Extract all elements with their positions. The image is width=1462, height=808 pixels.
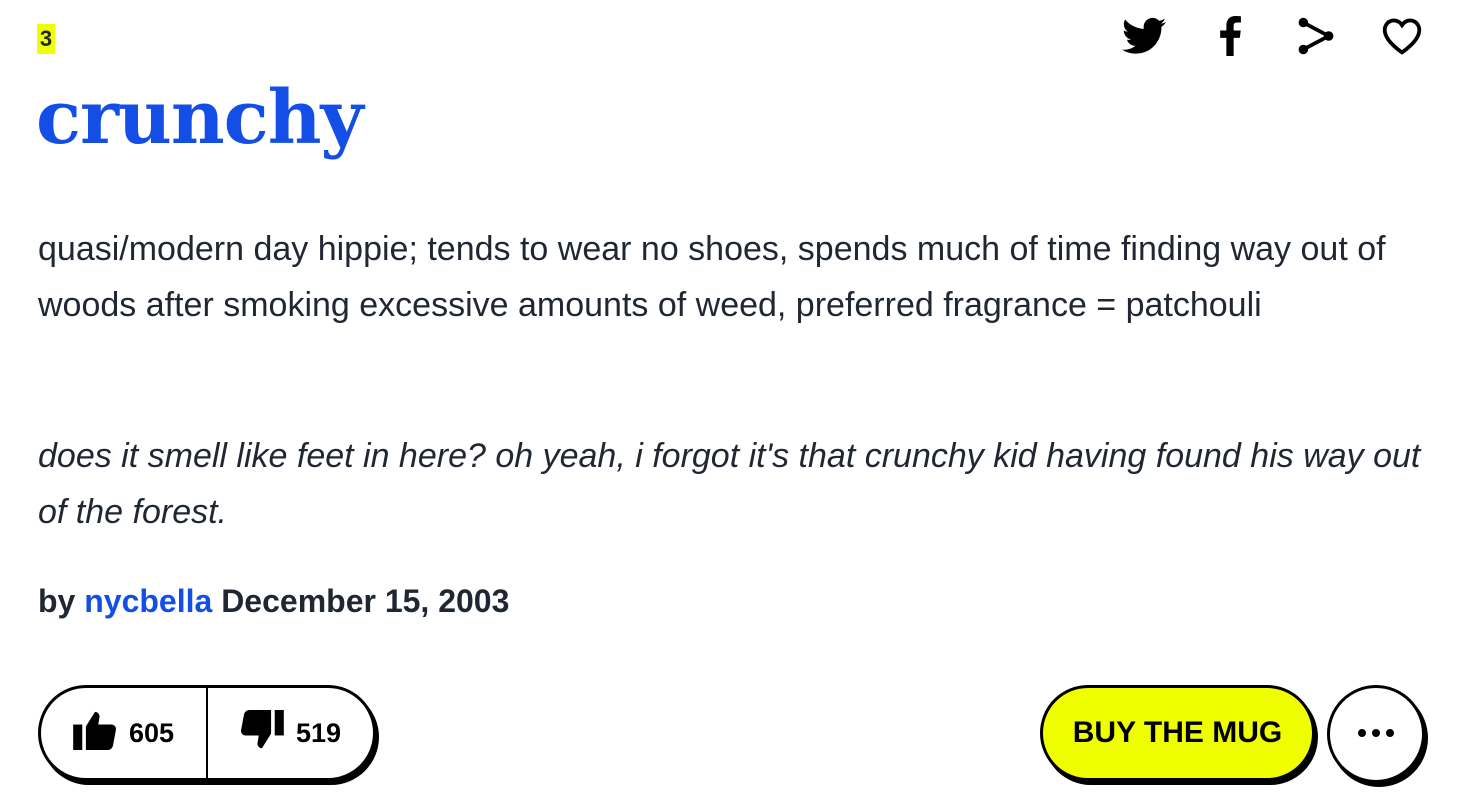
thumbs-up-icon bbox=[73, 710, 117, 757]
entry-date: December 15, 2003 bbox=[221, 583, 510, 619]
definition-card: 3 crunchy quasi/modern day hippie; tends… bbox=[0, 0, 1462, 808]
share-bar bbox=[1114, 12, 1432, 60]
vote-pill: 605 519 bbox=[38, 685, 376, 781]
heart-icon[interactable] bbox=[1372, 12, 1432, 60]
by-label: by bbox=[38, 583, 76, 619]
rank-badge: 3 bbox=[37, 24, 55, 54]
thumbs-down-button[interactable]: 519 bbox=[208, 688, 373, 778]
word-title[interactable]: crunchy bbox=[36, 77, 364, 159]
upvote-count: 605 bbox=[128, 717, 175, 748]
buy-mug-button[interactable]: BUY THE MUG bbox=[1040, 685, 1315, 781]
definition-meaning: quasi/modern day hippie; tends to wear n… bbox=[38, 230, 1386, 324]
more-options-button[interactable] bbox=[1327, 685, 1425, 783]
share-icon[interactable] bbox=[1286, 12, 1346, 60]
twitter-icon[interactable] bbox=[1114, 12, 1174, 60]
thumbs-down-icon bbox=[240, 709, 284, 757]
ellipsis-icon bbox=[1356, 725, 1396, 743]
thumbs-up-button[interactable]: 605 bbox=[41, 688, 208, 778]
facebook-icon[interactable] bbox=[1200, 12, 1260, 60]
downvote-count: 519 bbox=[295, 717, 342, 748]
contributor-line: by nycbella December 15, 2003 bbox=[38, 583, 509, 620]
author-link[interactable]: nycbella bbox=[84, 583, 212, 619]
definition-example: does it smell like feet in here? oh yeah… bbox=[38, 437, 1421, 531]
